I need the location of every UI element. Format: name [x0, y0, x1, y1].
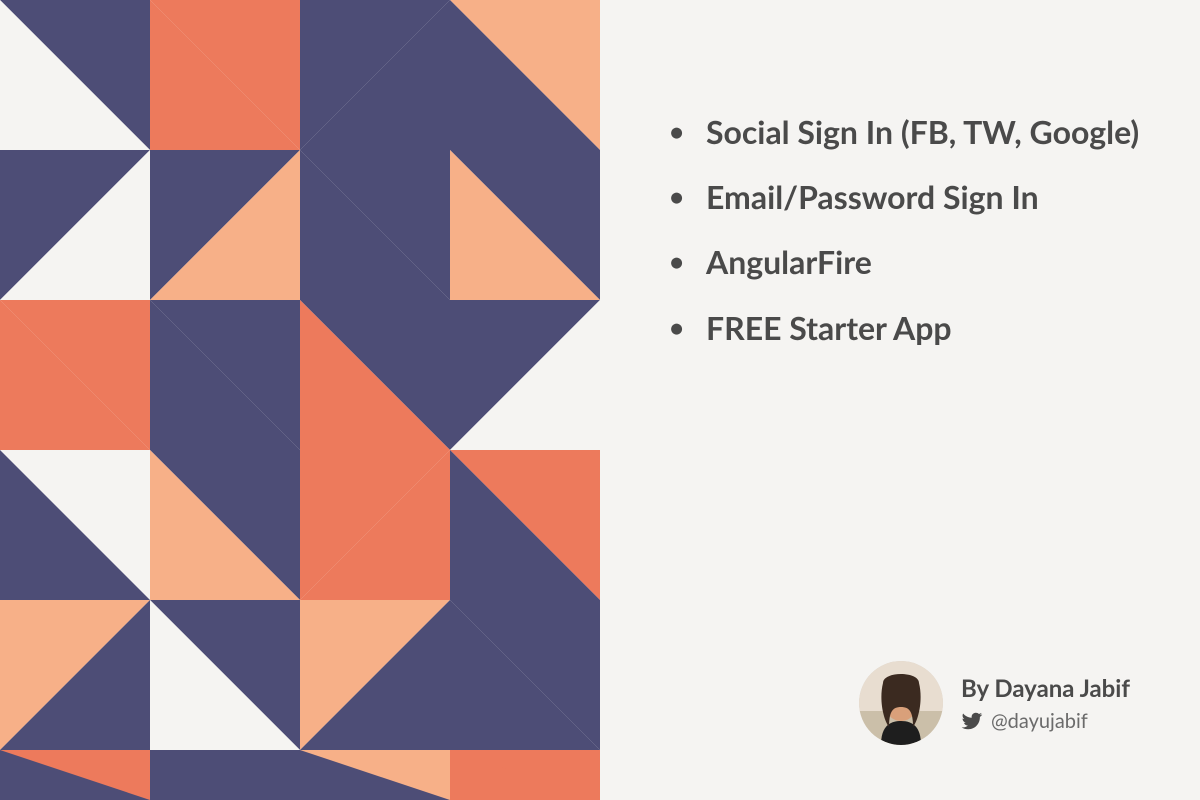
decorative-triangle-pattern	[0, 0, 600, 800]
author-byline: By Dayana Jabif	[961, 674, 1130, 703]
avatar	[859, 661, 943, 745]
triangle-pattern-svg	[0, 0, 600, 800]
content-panel: Social Sign In (FB, TW, Google) Email/Pa…	[600, 0, 1200, 800]
author-block: By Dayana Jabif @dayujabif	[859, 661, 1130, 745]
twitter-icon	[961, 710, 983, 732]
author-handle: @dayujabif	[991, 709, 1088, 733]
list-item: AngularFire	[670, 240, 1140, 283]
list-item: FREE Starter App	[670, 306, 1140, 349]
avatar-svg	[859, 661, 943, 745]
feature-list: Social Sign In (FB, TW, Google) Email/Pa…	[670, 110, 1140, 371]
author-handle-row: @dayujabif	[961, 709, 1130, 733]
author-text: By Dayana Jabif @dayujabif	[961, 674, 1130, 733]
list-item: Social Sign In (FB, TW, Google)	[670, 110, 1140, 153]
list-item: Email/Password Sign In	[670, 175, 1140, 218]
